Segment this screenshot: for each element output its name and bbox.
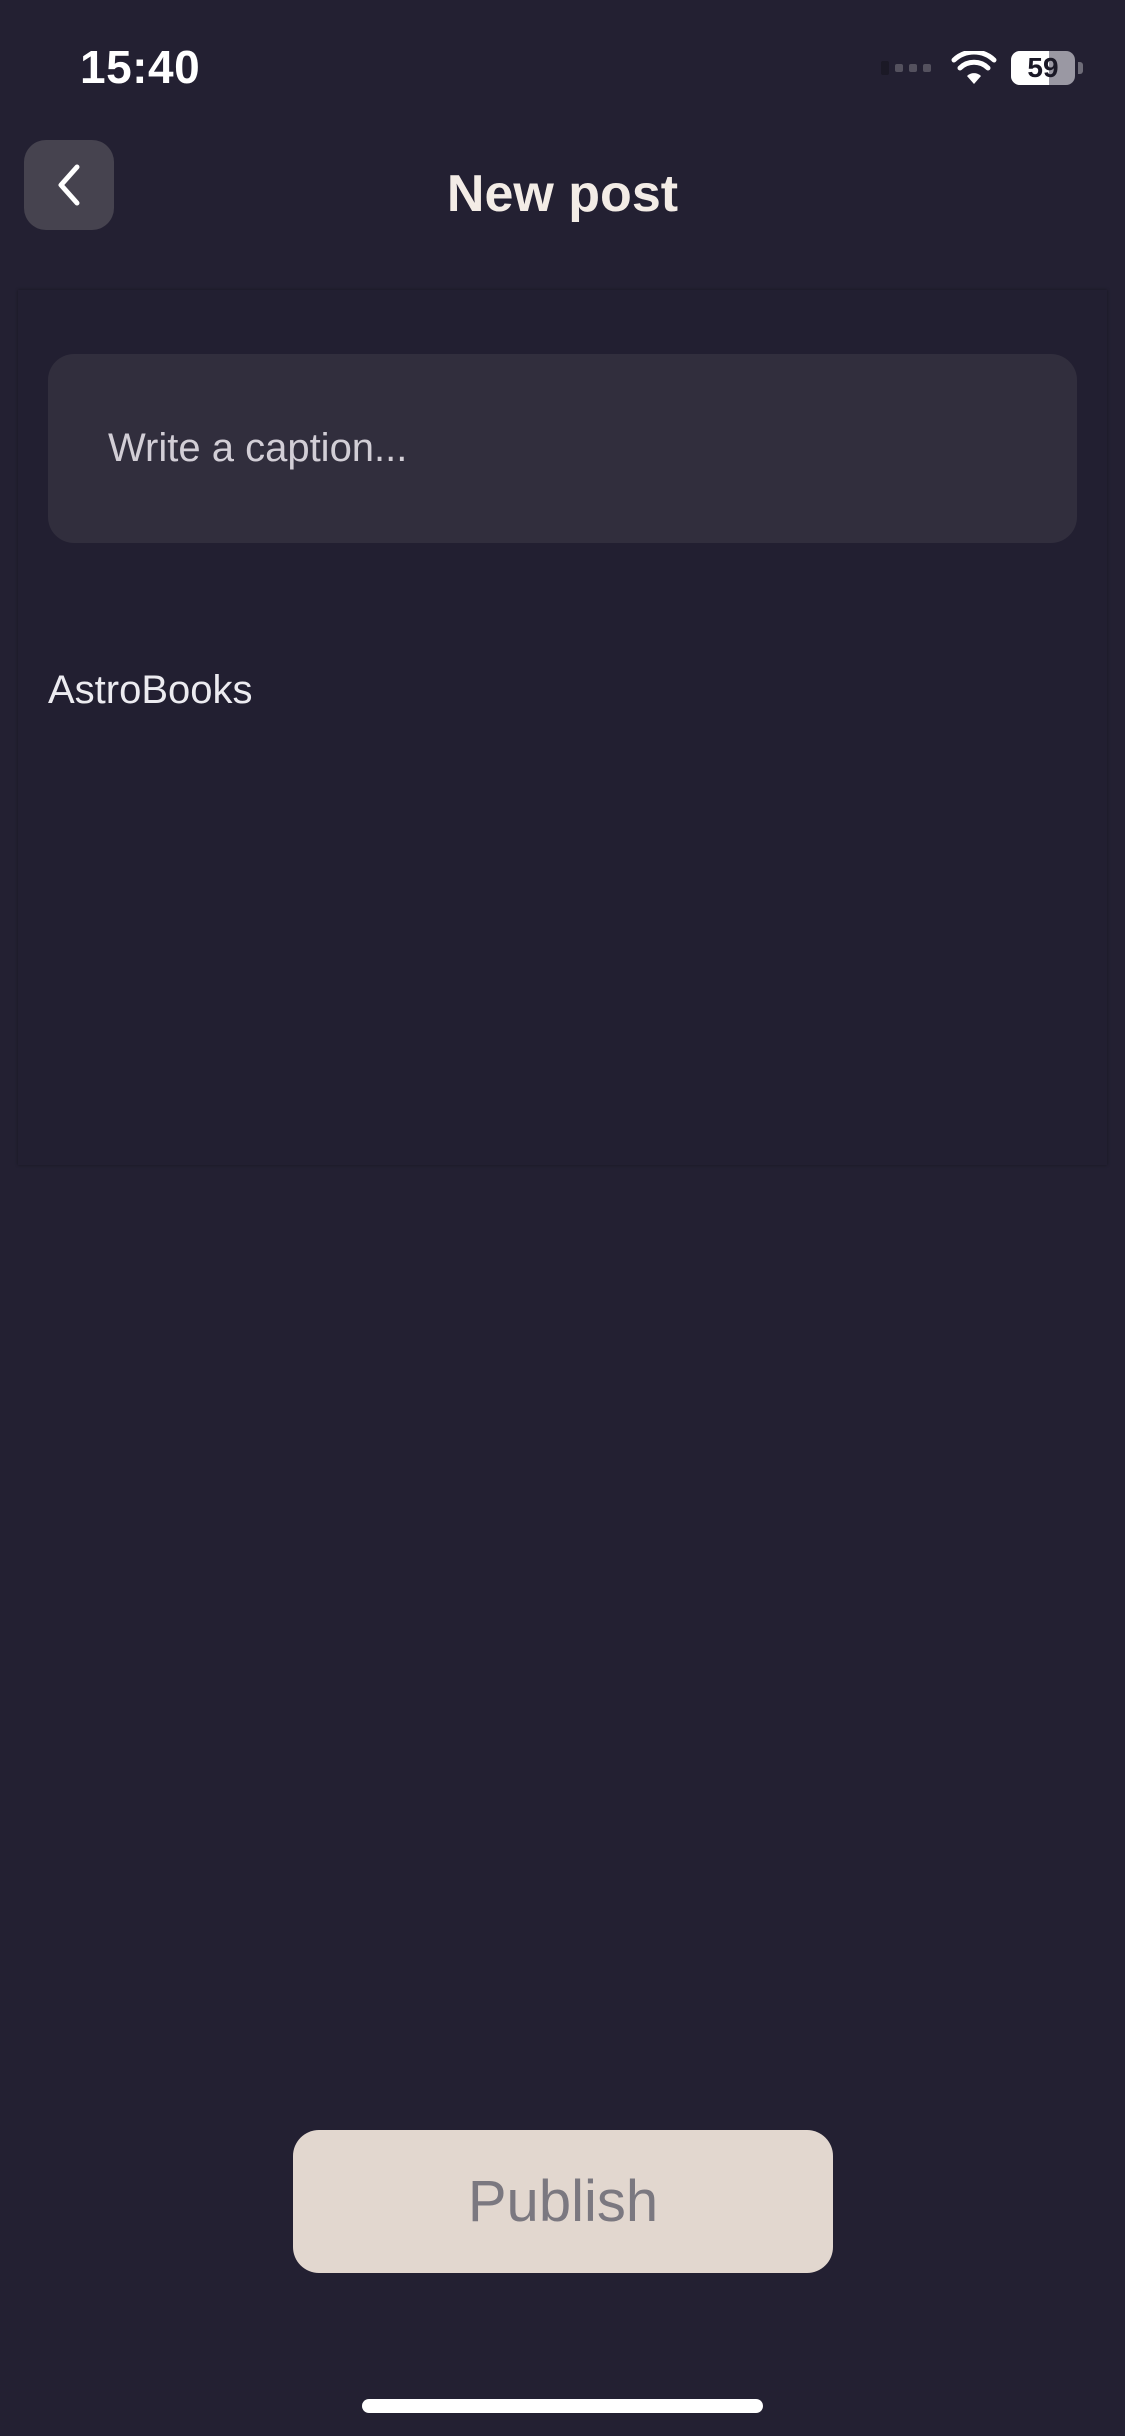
publish-button[interactable]: Publish <box>293 2130 833 2273</box>
status-time: 15:40 <box>80 41 201 93</box>
wifi-icon <box>951 51 997 84</box>
account-name: AstroBooks <box>48 668 253 712</box>
signal-icon <box>881 61 931 75</box>
new-post-screen: 15:40 59 New post AstroBooks Publish <box>0 0 1125 2436</box>
caption-input[interactable] <box>48 354 1077 543</box>
battery-tip <box>1078 62 1083 74</box>
home-indicator <box>362 2399 763 2413</box>
battery-icon: 59 <box>1011 51 1075 85</box>
status-icons: 59 <box>881 46 1083 90</box>
post-composer: AstroBooks <box>18 290 1107 1165</box>
battery-level: 59 <box>1027 52 1059 83</box>
page-title: New post <box>446 165 679 223</box>
